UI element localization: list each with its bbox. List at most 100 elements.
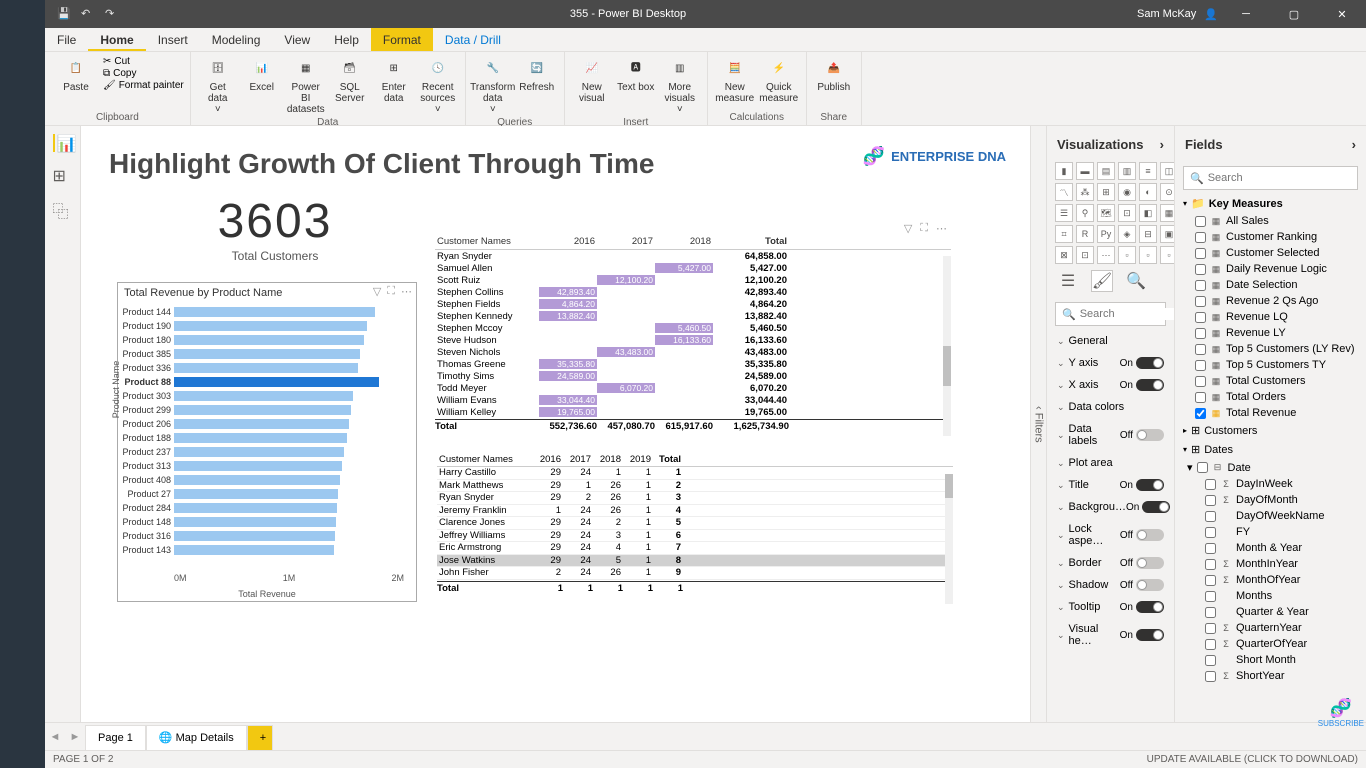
toggle[interactable] bbox=[1136, 379, 1164, 391]
format-item[interactable]: ⌄TitleOn bbox=[1047, 474, 1174, 496]
bar-row[interactable]: Product 27 bbox=[174, 487, 404, 501]
data-view-icon[interactable]: ⊞ bbox=[53, 166, 73, 184]
field-item[interactable]: ▦Revenue 2 Qs Ago bbox=[1175, 293, 1366, 309]
field-item[interactable]: ▾⊟Date bbox=[1175, 459, 1366, 476]
field-item[interactable]: ΣMonthInYear bbox=[1175, 556, 1366, 572]
table-row[interactable]: Scott Ruiz12,100.2012,100.20 bbox=[435, 274, 951, 286]
page-next-button[interactable]: ► bbox=[65, 731, 85, 743]
field-item[interactable]: ▦Top 5 Customers (LY Rev) bbox=[1175, 341, 1366, 357]
paste-button[interactable]: 📋Paste bbox=[51, 54, 101, 95]
viz-type-icon[interactable]: ▦ bbox=[1160, 204, 1174, 222]
table-row[interactable]: Stephen Kennedy13,882.4013,882.40 bbox=[435, 310, 951, 322]
toggle[interactable] bbox=[1136, 357, 1164, 369]
field-item[interactable]: Short Month bbox=[1175, 652, 1366, 668]
field-group[interactable]: ▾📁 Key Measures bbox=[1175, 194, 1366, 213]
tab-help[interactable]: Help bbox=[322, 28, 371, 51]
field-item[interactable]: Quarter & Year bbox=[1175, 604, 1366, 620]
field-item[interactable]: ΣQuarterOfYear bbox=[1175, 636, 1366, 652]
field-item[interactable]: ▦Top 5 Customers TY bbox=[1175, 357, 1366, 373]
text-box-button[interactable]: 🅰Text box bbox=[615, 54, 657, 95]
format-item[interactable]: ⌄Data colors bbox=[1047, 396, 1174, 418]
analytics-mode-icon[interactable]: 🔍 bbox=[1125, 270, 1147, 292]
focus-mode-icon[interactable]: ⛶ bbox=[387, 285, 395, 298]
copy-button[interactable]: ⧉ Copy bbox=[103, 68, 184, 79]
save-icon[interactable]: 💾 bbox=[57, 7, 71, 21]
field-item[interactable]: ▦Revenue LQ bbox=[1175, 309, 1366, 325]
viz-type-icon[interactable]: 🗺 bbox=[1097, 204, 1115, 222]
table-row[interactable]: Jeremy Franklin1242614 bbox=[437, 505, 953, 518]
field-item[interactable]: ▦Date Selection bbox=[1175, 277, 1366, 293]
toggle[interactable] bbox=[1136, 629, 1164, 641]
viz-type-icon[interactable]: ⌗ bbox=[1055, 225, 1073, 243]
format-item[interactable]: ⌄BorderOff bbox=[1047, 552, 1174, 574]
field-table[interactable]: ▾⊞ Dates bbox=[1175, 440, 1366, 459]
bar-row[interactable]: Product 206 bbox=[174, 417, 404, 431]
bar-row[interactable]: Product 299 bbox=[174, 403, 404, 417]
field-item[interactable]: DayOfWeekName bbox=[1175, 508, 1366, 524]
field-item[interactable]: ΣDayInWeek bbox=[1175, 476, 1366, 492]
viz-type-icon[interactable]: ⊟ bbox=[1139, 225, 1157, 243]
bar-row[interactable]: Product 313 bbox=[174, 459, 404, 473]
bar-row[interactable]: Product 303 bbox=[174, 389, 404, 403]
cut-button[interactable]: ✂ Cut bbox=[103, 56, 184, 67]
viz-type-icon[interactable]: ▫ bbox=[1160, 246, 1174, 264]
page-prev-button[interactable]: ◄ bbox=[45, 731, 65, 743]
close-button[interactable]: ✕ bbox=[1322, 0, 1362, 28]
report-canvas[interactable]: Highlight Growth Of Client Through Time … bbox=[89, 134, 1022, 714]
user-avatar-icon[interactable]: 👤 bbox=[1204, 8, 1218, 21]
focus-mode-icon[interactable]: ⛶ bbox=[920, 222, 928, 235]
format-item[interactable]: ⌄Lock aspe…Off bbox=[1047, 518, 1174, 552]
toggle[interactable] bbox=[1142, 501, 1170, 513]
status-update[interactable]: UPDATE AVAILABLE (CLICK TO DOWNLOAD) bbox=[1147, 754, 1358, 765]
table-row[interactable]: John Fisher2242619 bbox=[437, 567, 953, 580]
tab-modeling[interactable]: Modeling bbox=[200, 28, 273, 51]
table-row[interactable]: Ryan Snyder2922613 bbox=[437, 492, 953, 505]
viz-type-icon[interactable]: ⁂ bbox=[1076, 183, 1094, 201]
more-options-icon[interactable]: ⋯ bbox=[401, 285, 412, 298]
field-checkbox[interactable] bbox=[1195, 408, 1206, 419]
field-checkbox[interactable] bbox=[1195, 344, 1206, 355]
fields-mode-icon[interactable]: ☰ bbox=[1057, 270, 1079, 292]
redo-icon[interactable]: ↷ bbox=[105, 7, 119, 21]
field-item[interactable]: ΣDayOfMonth bbox=[1175, 492, 1366, 508]
viz-type-icon[interactable]: ≡ bbox=[1139, 162, 1157, 180]
maximize-button[interactable]: ▢ bbox=[1274, 0, 1314, 28]
format-item[interactable]: ⌄TooltipOn bbox=[1047, 596, 1174, 618]
format-item[interactable]: ⌄X axisOn bbox=[1047, 374, 1174, 396]
transform-data-button[interactable]: 🔧Transform data˅ bbox=[472, 54, 514, 117]
field-checkbox[interactable] bbox=[1195, 280, 1206, 291]
table-row[interactable]: William Kelley19,765.0019,765.00 bbox=[435, 406, 951, 418]
table-row[interactable]: Eric Armstrong2924417 bbox=[437, 542, 953, 555]
field-item[interactable]: ▦Daily Revenue Logic bbox=[1175, 261, 1366, 277]
add-page-button[interactable]: + bbox=[247, 725, 273, 751]
bar-chart-visual[interactable]: Total Revenue by Product Name ▽ ⛶ ⋯ Prod… bbox=[117, 282, 417, 602]
toggle[interactable] bbox=[1136, 601, 1164, 613]
bar-row[interactable]: Product 336 bbox=[174, 361, 404, 375]
model-view-icon[interactable]: ⿻ bbox=[53, 198, 73, 216]
field-item[interactable]: ▦Total Customers bbox=[1175, 373, 1366, 389]
table-row[interactable]: Stephen Mccoy5,460.505,460.50 bbox=[435, 322, 951, 334]
format-mode-icon[interactable]: 🖌 bbox=[1091, 270, 1113, 292]
field-checkbox[interactable] bbox=[1195, 216, 1206, 227]
matrix-visual-revenue[interactable]: ▽ ⛶ ⋯ Customer Names 2016 2017 2018 Tota… bbox=[435, 236, 951, 436]
tab-insert[interactable]: Insert bbox=[146, 28, 200, 51]
viz-type-icon[interactable]: ▫ bbox=[1118, 246, 1136, 264]
viz-type-icon[interactable]: ▫ bbox=[1139, 246, 1157, 264]
field-item[interactable]: ▦Total Revenue bbox=[1175, 405, 1366, 421]
field-item[interactable]: Month & Year bbox=[1175, 540, 1366, 556]
table-row[interactable]: Steven Nichols43,483.0043,483.00 bbox=[435, 346, 951, 358]
viz-type-icon[interactable]: ⊡ bbox=[1118, 204, 1136, 222]
field-checkbox[interactable] bbox=[1195, 232, 1206, 243]
viz-type-icon[interactable]: Py bbox=[1097, 225, 1115, 243]
viz-type-icon[interactable]: ⋯ bbox=[1097, 246, 1115, 264]
field-checkbox[interactable] bbox=[1195, 296, 1206, 307]
filters-rail[interactable]: ‹ Filters bbox=[1030, 126, 1046, 722]
tab-format[interactable]: Format bbox=[371, 28, 433, 51]
bar-row[interactable]: Product 385 bbox=[174, 347, 404, 361]
viz-type-icon[interactable]: R bbox=[1076, 225, 1094, 243]
table-row[interactable]: Steve Hudson16,133.6016,133.60 bbox=[435, 334, 951, 346]
toggle[interactable] bbox=[1136, 557, 1164, 569]
field-checkbox[interactable] bbox=[1195, 312, 1206, 323]
field-item[interactable]: ▦Customer Selected bbox=[1175, 245, 1366, 261]
pbi-datasets-button[interactable]: ▦Power BI datasets bbox=[285, 54, 327, 117]
